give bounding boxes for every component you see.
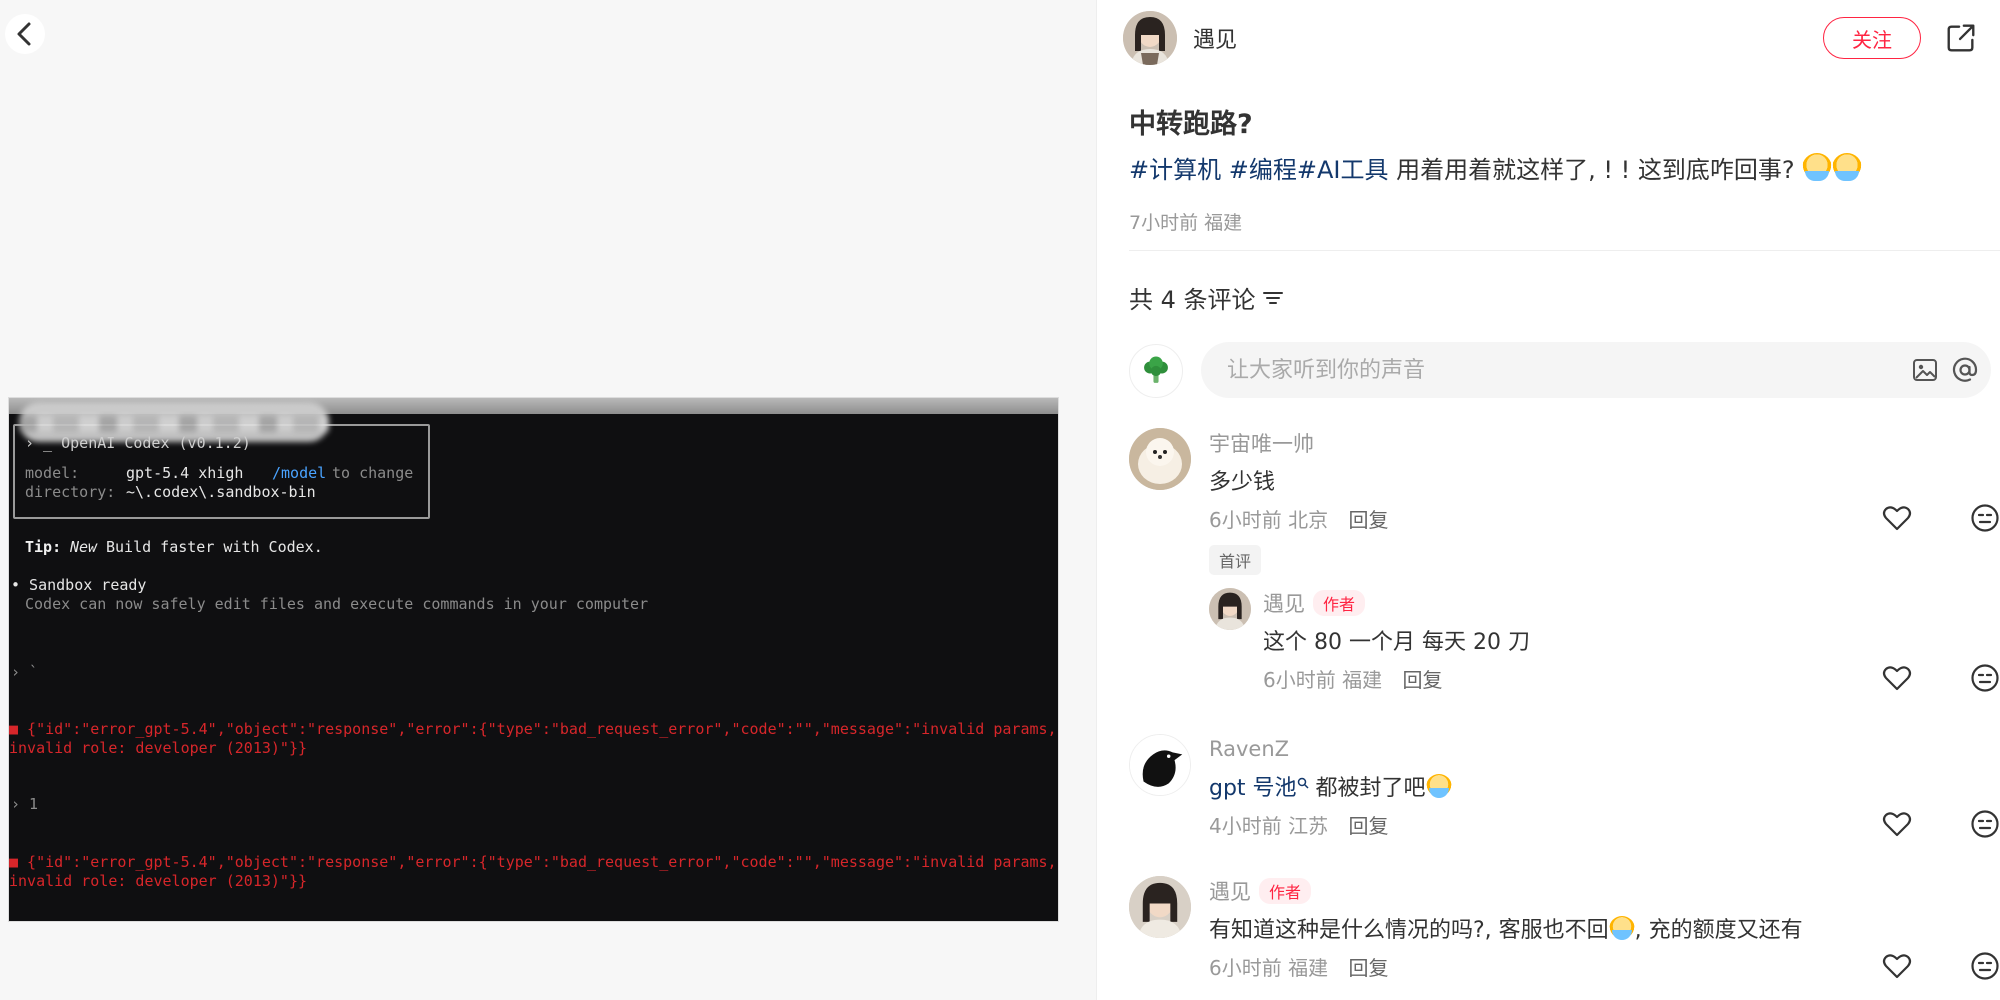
divider xyxy=(1129,250,2000,251)
comment-text: 有知道这种是什么情况的吗?, 客服也不回 , 充的额度又还有 xyxy=(1209,912,2000,944)
comment-time-location: 6小时前 北京 xyxy=(1209,508,1329,532)
comment-actions xyxy=(1881,502,2000,536)
hashtag-link[interactable]: #计算机 xyxy=(1129,156,1221,184)
post-title: 中转跑路? xyxy=(1129,109,1253,140)
comment-item: RavenZ gpt 号池 都被封了吧 4小时前 江苏 回复 xyxy=(1129,734,2000,844)
comment-text: gpt 号池 都被封了吧 xyxy=(1209,770,2000,802)
crying-emoji-icon xyxy=(1608,916,1635,942)
tip-text: Build faster with Codex. xyxy=(106,538,323,556)
sort-filter-icon[interactable] xyxy=(1260,285,1286,311)
sandbox-description: Codex can now safely edit files and exec… xyxy=(25,595,649,613)
commenter-name[interactable]: 宇宙唯一帅 xyxy=(1209,428,2000,458)
comment-item: 遇见 作者 有知道这种是什么情况的吗?, 客服也不回 , 充的额度又还有 6小时前… xyxy=(1129,876,2000,996)
tip-new: New xyxy=(70,538,98,556)
comment-actions xyxy=(1881,662,2000,696)
mention-link[interactable]: gpt 号池 xyxy=(1209,776,1297,801)
author-avatar[interactable] xyxy=(1123,11,1177,65)
error-line: ■ {"id":"error_gpt-5.4","object":"respon… xyxy=(9,720,1057,738)
commenter-name: 遇见 作者 xyxy=(1263,588,2000,618)
first-comment-tag: 首评 xyxy=(1209,545,1262,575)
post-detail-panel: 遇见 关注 中转跑路? #计算机 #编程#AI工具 用着用着就这样了, ! ! … xyxy=(1096,0,2000,1000)
heart-icon[interactable] xyxy=(1881,662,1913,694)
sandbox-status: • Sandbox ready xyxy=(11,576,147,594)
post-meta: 7小时前 福建 xyxy=(1129,212,1243,234)
reply-button[interactable]: 回复 xyxy=(1402,668,1442,692)
blurred-region xyxy=(19,402,329,442)
comment-text-body: 都被封了吧 xyxy=(1308,776,1426,801)
comment-time-location: 4小时前 江苏 xyxy=(1209,814,1329,838)
share-button[interactable] xyxy=(1939,16,1983,60)
author-badge: 作者 xyxy=(1259,878,1312,904)
reply-button[interactable]: 回复 xyxy=(1348,508,1388,532)
hashtag-link[interactable]: #编程 xyxy=(1229,156,1297,184)
emoji-reaction-icon[interactable] xyxy=(1969,502,2000,534)
comment-input-row xyxy=(1129,342,2000,398)
media-viewer: › _ OpenAI Codex (v0.1.2) model: gpt-5.4… xyxy=(0,0,1096,1000)
model-hint: to change xyxy=(332,464,414,482)
comment-item: 宇宙唯一帅 多少钱 6小时前 北京 回复 首评 xyxy=(1129,428,2000,578)
comment-text-b: , 充的额度又还有 xyxy=(1634,918,1803,943)
comment-actions xyxy=(1881,950,2000,984)
author-name[interactable]: 遇见 xyxy=(1193,22,1237,54)
commenter-name-text[interactable]: 遇见 xyxy=(1209,876,1251,906)
chevron-left-icon xyxy=(5,14,45,54)
comment-text: 这个 80 一个月 每天 20 刀 xyxy=(1263,630,1530,655)
directory-label: directory: xyxy=(25,483,116,501)
comment-input-box[interactable] xyxy=(1201,342,1991,398)
error-line: invalid role: developer (2013)"}} xyxy=(9,872,308,890)
crying-emoji-icon xyxy=(1832,153,1863,183)
back-button[interactable] xyxy=(0,0,50,68)
comment-text-a: 有知道这种是什么情况的吗?, 客服也不回 xyxy=(1209,918,1609,943)
terminal-output: › _ OpenAI Codex (v0.1.2) model: gpt-5.4… xyxy=(9,398,1058,921)
prompt-line: › 1 xyxy=(11,795,39,813)
my-avatar xyxy=(1129,344,1183,398)
model-label: model: xyxy=(25,464,80,482)
error-line: ■ {"id":"error_gpt-5.4","object":"respon… xyxy=(9,853,1057,871)
crying-emoji-icon xyxy=(1802,153,1833,183)
post-image[interactable]: › _ OpenAI Codex (v0.1.2) model: gpt-5.4… xyxy=(8,397,1059,922)
commenter-name: 遇见 作者 xyxy=(1209,876,2000,906)
reply-thread: 遇见 作者 这个 80 一个月 每天 20 刀 6小时前 福建 回复 xyxy=(1129,588,2000,692)
prompt-line: › ` xyxy=(11,663,39,681)
heart-icon[interactable] xyxy=(1881,502,1913,534)
commenter-avatar[interactable] xyxy=(1209,588,1251,630)
reply-button[interactable]: 回复 xyxy=(1348,956,1388,980)
emoji-reaction-icon[interactable] xyxy=(1969,808,2000,840)
emoji-reaction-icon[interactable] xyxy=(1969,662,2000,694)
error-line: invalid role: developer (2013)"}} xyxy=(9,739,308,757)
comment-text: 多少钱 xyxy=(1209,470,1276,495)
tip-label: Tip: xyxy=(25,538,62,556)
commenter-name[interactable]: RavenZ xyxy=(1209,734,2000,764)
comment-input[interactable] xyxy=(1227,342,1867,398)
hashtag-link[interactable]: #AI工具 xyxy=(1297,156,1389,184)
comment-actions xyxy=(1881,808,2000,842)
share-icon xyxy=(1947,24,1975,52)
image-icon[interactable] xyxy=(1911,356,1939,384)
heart-icon[interactable] xyxy=(1881,808,1913,840)
commenter-name-text[interactable]: 遇见 xyxy=(1263,588,1305,618)
comment-count-label: 共 4 条评论 xyxy=(1129,286,1256,314)
post-text: 用着用着就这样了, ! ! 这到底咋回事? xyxy=(1396,156,1795,184)
emoji-reaction-icon[interactable] xyxy=(1969,950,2000,982)
broccoli-avatar-icon xyxy=(1144,356,1168,383)
model-value: gpt-5.4 xhigh xyxy=(126,464,244,482)
follow-button[interactable]: 关注 xyxy=(1823,17,1921,59)
post-content: #计算机 #编程#AI工具 用着用着就这样了, ! ! 这到底咋回事? xyxy=(1129,150,1979,185)
search-icon xyxy=(1297,777,1309,789)
reply-button[interactable]: 回复 xyxy=(1348,814,1388,838)
comment-time-location: 6小时前 福建 xyxy=(1209,956,1329,980)
crying-emoji-icon xyxy=(1425,774,1452,800)
comment-count: 共 4 条评论 xyxy=(1129,280,1286,315)
commenter-avatar[interactable] xyxy=(1129,428,1191,490)
author-badge: 作者 xyxy=(1313,590,1366,616)
comment-time-location: 6小时前 福建 xyxy=(1263,668,1383,692)
commenter-avatar[interactable] xyxy=(1129,734,1191,796)
commenter-avatar[interactable] xyxy=(1129,876,1191,938)
directory-value: ~\.codex\.sandbox-bin xyxy=(126,483,316,501)
at-mention-icon[interactable] xyxy=(1951,356,1979,384)
model-command: /model xyxy=(272,464,327,482)
heart-icon[interactable] xyxy=(1881,950,1913,982)
author-header: 遇见 关注 xyxy=(1123,10,1983,66)
